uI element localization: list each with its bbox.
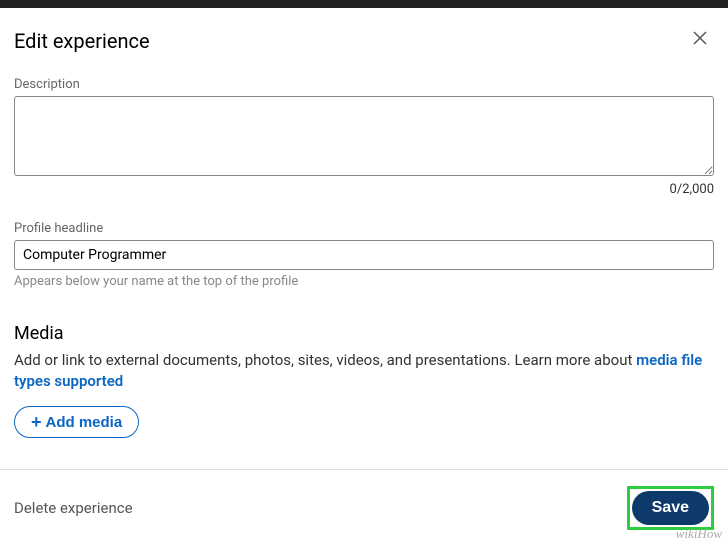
media-text-prefix: Add or link to external documents, photo… <box>14 351 636 369</box>
window-chrome <box>0 0 728 8</box>
add-media-button[interactable]: + Add media <box>14 406 139 438</box>
edit-experience-modal: Edit experience Description 0/2,000 Prof… <box>0 8 728 438</box>
headline-helper: Appears below your name at the top of th… <box>14 274 714 289</box>
save-highlight: Save <box>627 486 714 530</box>
description-label: Description <box>14 77 714 92</box>
headline-label: Profile headline <box>14 221 714 236</box>
add-media-label: Add media <box>46 414 123 431</box>
plus-icon: + <box>31 413 42 431</box>
media-heading: Media <box>14 323 714 344</box>
modal-title: Edit experience <box>14 29 150 53</box>
modal-footer: Delete experience Save <box>0 469 728 546</box>
modal-header: Edit experience <box>14 24 714 57</box>
close-icon[interactable] <box>686 24 714 57</box>
description-textarea[interactable] <box>14 96 714 176</box>
save-button[interactable]: Save <box>632 491 709 525</box>
media-description: Add or link to external documents, photo… <box>14 350 714 392</box>
description-section: Description 0/2,000 <box>14 77 714 197</box>
headline-input[interactable] <box>14 240 714 270</box>
headline-section: Profile headline Appears below your name… <box>14 221 714 289</box>
description-char-count: 0/2,000 <box>14 182 714 197</box>
delete-experience-link[interactable]: Delete experience <box>14 499 133 517</box>
